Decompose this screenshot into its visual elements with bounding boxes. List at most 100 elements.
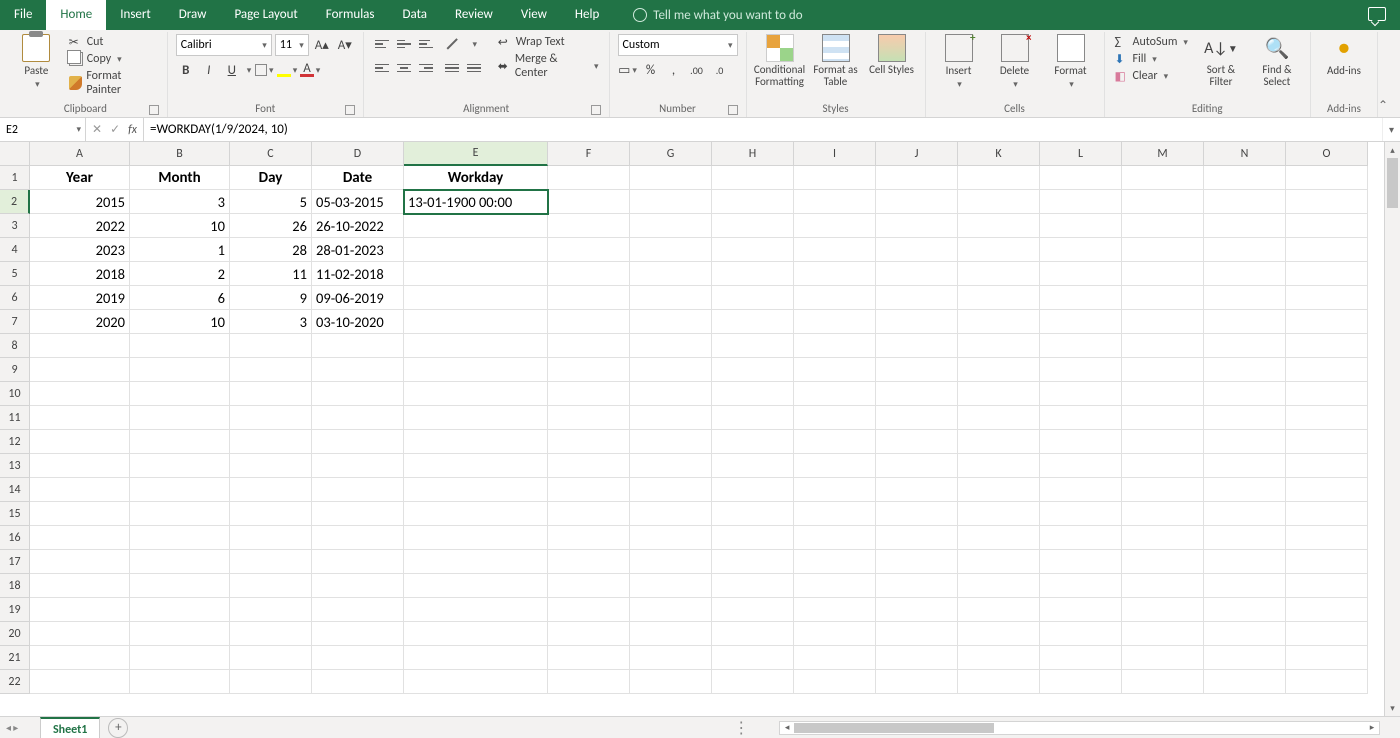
cell-J10[interactable]	[876, 382, 958, 406]
autosum-button[interactable]: ∑AutoSum▾	[1113, 34, 1190, 50]
cell-C15[interactable]	[230, 502, 312, 526]
cell-E18[interactable]	[404, 574, 548, 598]
borders-button[interactable]: ▾	[254, 60, 274, 80]
font-color-button[interactable]: A▾	[300, 60, 320, 80]
cell-G10[interactable]	[630, 382, 712, 406]
cell-O3[interactable]	[1286, 214, 1368, 238]
cell-O16[interactable]	[1286, 526, 1368, 550]
cell-B5[interactable]: 2	[130, 262, 230, 286]
column-header-F[interactable]: F	[548, 142, 630, 166]
tab-data[interactable]: Data	[389, 0, 442, 30]
cell-G15[interactable]	[630, 502, 712, 526]
scroll-down-button[interactable]: ▾	[1385, 700, 1400, 716]
cell-K4[interactable]	[958, 238, 1040, 262]
cell-E21[interactable]	[404, 646, 548, 670]
align-center-button[interactable]	[394, 58, 414, 78]
cell-A17[interactable]	[30, 550, 130, 574]
cell-B18[interactable]	[130, 574, 230, 598]
cell-D21[interactable]	[312, 646, 404, 670]
dialog-launcher-icon[interactable]	[345, 105, 355, 115]
align-bottom-button[interactable]	[416, 34, 436, 54]
cell-L7[interactable]	[1040, 310, 1122, 334]
cell-F19[interactable]	[548, 598, 630, 622]
cell-F15[interactable]	[548, 502, 630, 526]
cell-B4[interactable]: 1	[130, 238, 230, 262]
addins-button[interactable]: ●Add-ins	[1319, 34, 1369, 77]
cell-O7[interactable]	[1286, 310, 1368, 334]
cell-I19[interactable]	[794, 598, 876, 622]
cell-J11[interactable]	[876, 406, 958, 430]
tab-view[interactable]: View	[507, 0, 561, 30]
dialog-launcher-icon[interactable]	[591, 105, 601, 115]
cell-D20[interactable]	[312, 622, 404, 646]
cell-B10[interactable]	[130, 382, 230, 406]
row-header-10[interactable]: 10	[0, 382, 30, 406]
column-header-K[interactable]: K	[958, 142, 1040, 166]
tab-home[interactable]: Home	[46, 0, 106, 30]
row-header-5[interactable]: 5	[0, 262, 30, 286]
enter-formula-button[interactable]: ✓	[110, 122, 120, 137]
cell-K16[interactable]	[958, 526, 1040, 550]
cell-O4[interactable]	[1286, 238, 1368, 262]
find-select-button[interactable]: 🔍Find & Select	[1252, 34, 1302, 88]
cell-O17[interactable]	[1286, 550, 1368, 574]
vertical-scrollbar[interactable]: ▴ ▾	[1384, 142, 1400, 716]
cell-H5[interactable]	[712, 262, 794, 286]
cell-D7[interactable]: 03-10-2020	[312, 310, 404, 334]
increase-indent-button[interactable]	[464, 58, 484, 78]
row-header-3[interactable]: 3	[0, 214, 30, 238]
cell-C11[interactable]	[230, 406, 312, 430]
cell-F8[interactable]	[548, 334, 630, 358]
tab-help[interactable]: Help	[561, 0, 613, 30]
column-header-I[interactable]: I	[794, 142, 876, 166]
row-header-2[interactable]: 2	[0, 190, 30, 214]
cell-I2[interactable]	[794, 190, 876, 214]
cell-F4[interactable]	[548, 238, 630, 262]
cell-N5[interactable]	[1204, 262, 1286, 286]
insert-cells-button[interactable]: +Insert▾	[934, 34, 984, 90]
cell-D4[interactable]: 28-01-2023	[312, 238, 404, 262]
cell-D14[interactable]	[312, 478, 404, 502]
row-header-20[interactable]: 20	[0, 622, 30, 646]
row-header-9[interactable]: 9	[0, 358, 30, 382]
sheet-tab-1[interactable]: Sheet1	[40, 717, 100, 738]
cell-B2[interactable]: 3	[130, 190, 230, 214]
cell-A18[interactable]	[30, 574, 130, 598]
clear-button[interactable]: ◧Clear▾	[1113, 68, 1190, 84]
cell-D11[interactable]	[312, 406, 404, 430]
cell-O9[interactable]	[1286, 358, 1368, 382]
cell-J6[interactable]	[876, 286, 958, 310]
cell-F1[interactable]	[548, 166, 630, 190]
tab-draw[interactable]: Draw	[165, 0, 221, 30]
cell-F10[interactable]	[548, 382, 630, 406]
cell-G12[interactable]	[630, 430, 712, 454]
cell-L19[interactable]	[1040, 598, 1122, 622]
cell-B11[interactable]	[130, 406, 230, 430]
cell-H4[interactable]	[712, 238, 794, 262]
cell-K19[interactable]	[958, 598, 1040, 622]
cell-I17[interactable]	[794, 550, 876, 574]
add-sheet-button[interactable]: +	[108, 718, 128, 738]
cell-D9[interactable]	[312, 358, 404, 382]
cell-J14[interactable]	[876, 478, 958, 502]
cell-I12[interactable]	[794, 430, 876, 454]
cell-G5[interactable]	[630, 262, 712, 286]
cell-L6[interactable]	[1040, 286, 1122, 310]
increase-decimal-button[interactable]: .00	[687, 60, 707, 80]
cut-button[interactable]: ✂Cut	[67, 34, 159, 50]
row-header-13[interactable]: 13	[0, 454, 30, 478]
orientation-button[interactable]	[442, 34, 462, 54]
cell-M22[interactable]	[1122, 670, 1204, 694]
cell-O8[interactable]	[1286, 334, 1368, 358]
cell-E19[interactable]	[404, 598, 548, 622]
cell-I18[interactable]	[794, 574, 876, 598]
cell-B17[interactable]	[130, 550, 230, 574]
cell-H16[interactable]	[712, 526, 794, 550]
cell-O14[interactable]	[1286, 478, 1368, 502]
cell-I5[interactable]	[794, 262, 876, 286]
cell-F5[interactable]	[548, 262, 630, 286]
cell-M18[interactable]	[1122, 574, 1204, 598]
cell-D18[interactable]	[312, 574, 404, 598]
cell-J2[interactable]	[876, 190, 958, 214]
cell-I11[interactable]	[794, 406, 876, 430]
